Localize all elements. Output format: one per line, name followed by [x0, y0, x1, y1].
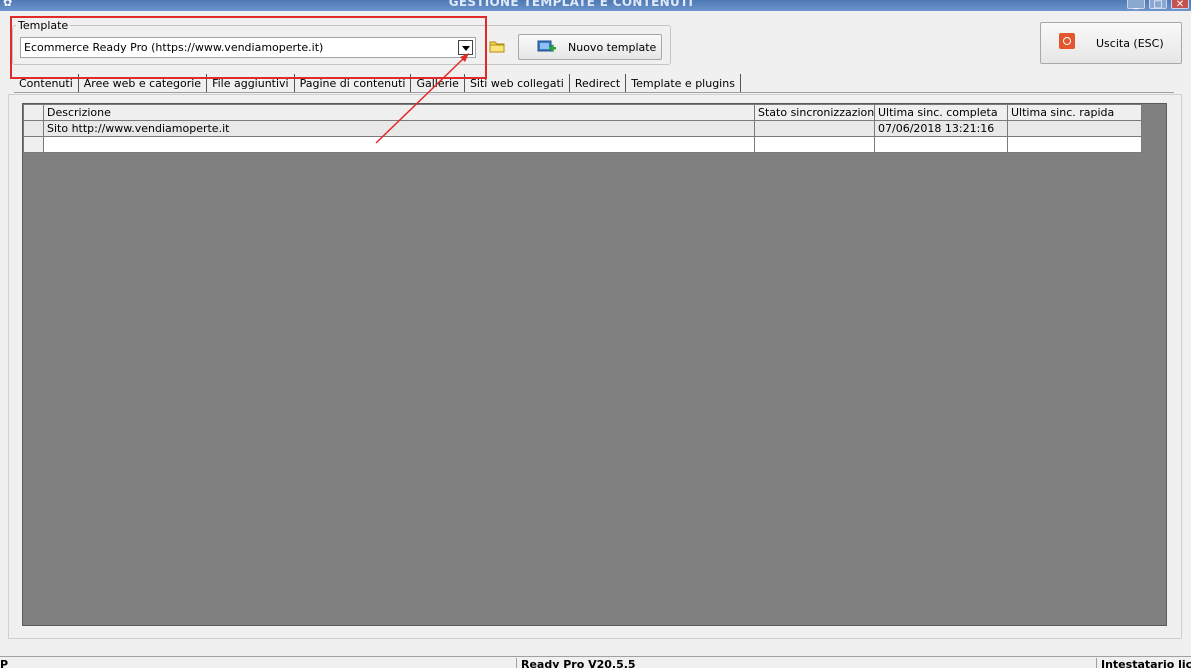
- template-select[interactable]: Ecommerce Ready Pro (https://www.vendiam…: [20, 37, 476, 58]
- column-header[interactable]: Stato sincronizzazione: [754, 104, 875, 121]
- power-icon: [1059, 33, 1075, 49]
- new-template-label: Nuovo template: [568, 41, 657, 54]
- row-indicator[interactable]: [23, 120, 44, 137]
- tab-divider: [14, 92, 1174, 93]
- tab-aree-web[interactable]: Aree web e categorie: [79, 74, 208, 93]
- table-cell[interactable]: 07/06/2018 13:21:16: [874, 120, 1008, 137]
- table-row[interactable]: [23, 136, 1142, 153]
- template-group-label: Template: [16, 19, 71, 32]
- new-template-icon: [537, 40, 556, 52]
- table-cell[interactable]: Sito http://www.vendiamoperte.it: [43, 120, 755, 137]
- tab-pagine-contenuti[interactable]: Pagine di contenuti: [295, 74, 412, 93]
- tab-gallerie[interactable]: Gallerie: [411, 74, 465, 93]
- minimize-button[interactable]: _: [1127, 0, 1145, 10]
- linked-sites-grid: Descrizione Stato sincronizzazione Ultim…: [23, 104, 1142, 153]
- tab-siti-web-collegati[interactable]: Siti web collegati: [464, 74, 570, 93]
- status-license: Intestatario licen: [1096, 658, 1191, 668]
- row-indicator-header: [23, 104, 44, 121]
- column-header[interactable]: Ultima sinc. rapida: [1007, 104, 1142, 121]
- exit-button[interactable]: Uscita (ESC): [1040, 22, 1182, 64]
- table-cell[interactable]: [874, 136, 1008, 153]
- title-bar: ✿ GESTIONE TEMPLATE E CONTENUTI _ □ ✕: [0, 0, 1191, 11]
- open-folder-button[interactable]: [486, 36, 510, 58]
- grid-panel: [22, 103, 1167, 626]
- close-window-button[interactable]: ✕: [1171, 0, 1189, 10]
- tab-contenuti[interactable]: Contenuti: [14, 74, 79, 93]
- template-select-value: Ecommerce Ready Pro (https://www.vendiam…: [24, 41, 324, 54]
- status-bar: P Ready Pro V20.5.5 Intestatario licen: [0, 656, 1191, 668]
- chevron-down-icon[interactable]: [458, 40, 473, 55]
- column-header[interactable]: Descrizione: [43, 104, 755, 121]
- tab-template-plugins[interactable]: Template e plugins: [626, 74, 741, 93]
- table-cell[interactable]: [43, 136, 755, 153]
- table-cell[interactable]: [754, 136, 875, 153]
- exit-label: Uscita (ESC): [1096, 37, 1164, 50]
- status-version: Ready Pro V20.5.5: [516, 658, 1096, 668]
- tab-file-aggiuntivi[interactable]: File aggiuntivi: [207, 74, 295, 93]
- table-cell[interactable]: [754, 120, 875, 137]
- maximize-button[interactable]: □: [1149, 0, 1167, 10]
- table-cell[interactable]: [1007, 120, 1142, 137]
- tab-redirect[interactable]: Redirect: [570, 74, 627, 93]
- grid-header-row: Descrizione Stato sincronizzazione Ultim…: [23, 104, 1142, 121]
- table-row[interactable]: Sito http://www.vendiamoperte.it 07/06/2…: [23, 120, 1142, 137]
- column-header[interactable]: Ultima sinc. completa: [874, 104, 1008, 121]
- status-left: P: [0, 658, 9, 668]
- tab-strip: Contenuti Aree web e categorie File aggi…: [14, 74, 741, 93]
- new-template-button[interactable]: Nuovo template: [518, 34, 662, 60]
- window-title: GESTIONE TEMPLATE E CONTENUTI: [448, 0, 694, 9]
- row-indicator[interactable]: [23, 136, 44, 153]
- folder-icon: [489, 41, 505, 53]
- table-cell[interactable]: [1007, 136, 1142, 153]
